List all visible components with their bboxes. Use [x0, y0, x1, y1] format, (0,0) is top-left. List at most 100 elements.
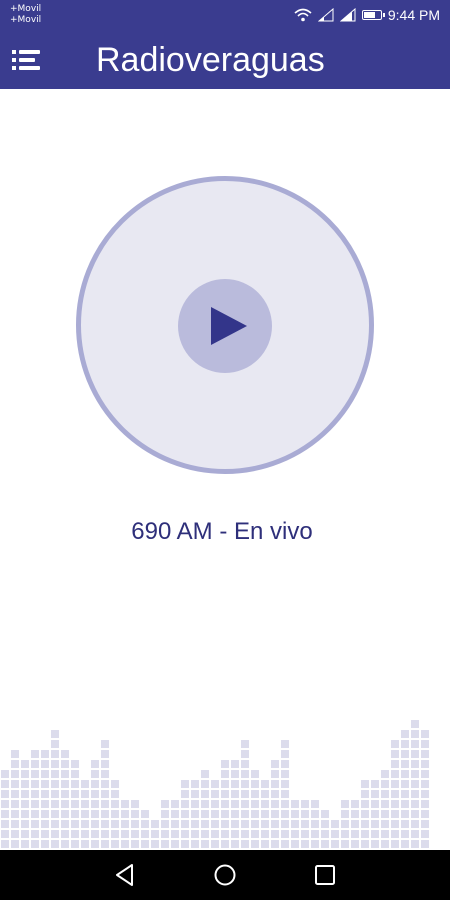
visualizer-cell [81, 780, 89, 788]
visualizer-cell [81, 820, 89, 828]
visualizer-cell [191, 800, 199, 808]
visualizer-cell [401, 840, 409, 848]
visualizer-cell [341, 830, 349, 838]
visualizer-cell [401, 770, 409, 778]
visualizer-cell [211, 830, 219, 838]
visualizer-cell [301, 800, 309, 808]
visualizer-cell [11, 780, 19, 788]
visualizer-cell [391, 820, 399, 828]
visualizer-cell [21, 770, 29, 778]
visualizer-cell [71, 830, 79, 838]
visualizer-cell [1, 820, 9, 828]
visualizer-cell [51, 780, 59, 788]
visualizer-cell [81, 800, 89, 808]
visualizer-cell [411, 830, 419, 838]
visualizer-cell [31, 780, 39, 788]
wifi-icon [294, 8, 312, 22]
visualizer-cell [381, 840, 389, 848]
visualizer-cell [71, 820, 79, 828]
visualizer-cell [221, 780, 229, 788]
visualizer-cell [51, 770, 59, 778]
visualizer-cell [151, 820, 159, 828]
visualizer-cell [191, 780, 199, 788]
visualizer-cell [321, 840, 329, 848]
visualizer-cell [21, 830, 29, 838]
visualizer-cell [291, 830, 299, 838]
visualizer-cell [201, 820, 209, 828]
home-icon[interactable] [212, 862, 238, 888]
recents-icon[interactable] [312, 862, 338, 888]
visualizer-cell [261, 780, 269, 788]
visualizer-cell [221, 790, 229, 798]
visualizer-cell [51, 760, 59, 768]
visualizer-cell [361, 810, 369, 818]
visualizer-cell [51, 750, 59, 758]
carrier-info: +Movil +Movil [10, 4, 41, 26]
visualizer-cell [1, 830, 9, 838]
visualizer-cell [281, 770, 289, 778]
play-button[interactable] [178, 279, 272, 373]
visualizer-cell [101, 840, 109, 848]
play-icon [211, 307, 247, 345]
visualizer-cell [351, 810, 359, 818]
visualizer-cell [421, 830, 429, 838]
visualizer-cell [181, 840, 189, 848]
visualizer-cell [421, 750, 429, 758]
visualizer-cell [411, 770, 419, 778]
visualizer-cell [61, 800, 69, 808]
visualizer-cell [131, 810, 139, 818]
back-icon[interactable] [112, 862, 138, 888]
visualizer-cell [281, 830, 289, 838]
visualizer-cell [301, 840, 309, 848]
visualizer-cell [391, 830, 399, 838]
visualizer-cell [171, 800, 179, 808]
visualizer-cell [241, 790, 249, 798]
visualizer-cell [261, 810, 269, 818]
visualizer-cell [321, 820, 329, 828]
visualizer-cell [191, 790, 199, 798]
visualizer-cell [311, 800, 319, 808]
visualizer-cell [311, 810, 319, 818]
visualizer-cell [421, 790, 429, 798]
visualizer-cell [341, 820, 349, 828]
visualizer-cell [41, 830, 49, 838]
visualizer-cell [401, 810, 409, 818]
visualizer-cell [101, 770, 109, 778]
visualizer-cell [91, 830, 99, 838]
visualizer-cell [131, 800, 139, 808]
menu-icon[interactable] [12, 48, 40, 72]
visualizer-cell [71, 840, 79, 848]
visualizer-cell [191, 840, 199, 848]
visualizer-cell [241, 830, 249, 838]
visualizer-cell [81, 810, 89, 818]
visualizer-cell [121, 820, 129, 828]
visualizer-cell [51, 800, 59, 808]
visualizer-cell [181, 790, 189, 798]
visualizer-cell [31, 770, 39, 778]
visualizer-cell [281, 840, 289, 848]
visualizer-cell [281, 790, 289, 798]
visualizer-cell [411, 750, 419, 758]
visualizer-cell [311, 820, 319, 828]
visualizer-cell [401, 800, 409, 808]
visualizer-cell [351, 830, 359, 838]
visualizer-cell [411, 760, 419, 768]
visualizer-cell [221, 800, 229, 808]
visualizer-cell [141, 830, 149, 838]
visualizer-cell [241, 770, 249, 778]
visualizer-cell [41, 810, 49, 818]
visualizer-cell [31, 810, 39, 818]
visualizer-cell [361, 800, 369, 808]
visualizer-cell [161, 810, 169, 818]
visualizer-cell [421, 740, 429, 748]
visualizer-cell [101, 830, 109, 838]
visualizer-cell [61, 780, 69, 788]
visualizer-cell [351, 820, 359, 828]
visualizer-cell [241, 760, 249, 768]
visualizer-cell [271, 830, 279, 838]
visualizer-cell [41, 800, 49, 808]
visualizer-cell [181, 800, 189, 808]
visualizer-cell [261, 790, 269, 798]
visualizer-cell [221, 810, 229, 818]
visualizer-cell [21, 810, 29, 818]
